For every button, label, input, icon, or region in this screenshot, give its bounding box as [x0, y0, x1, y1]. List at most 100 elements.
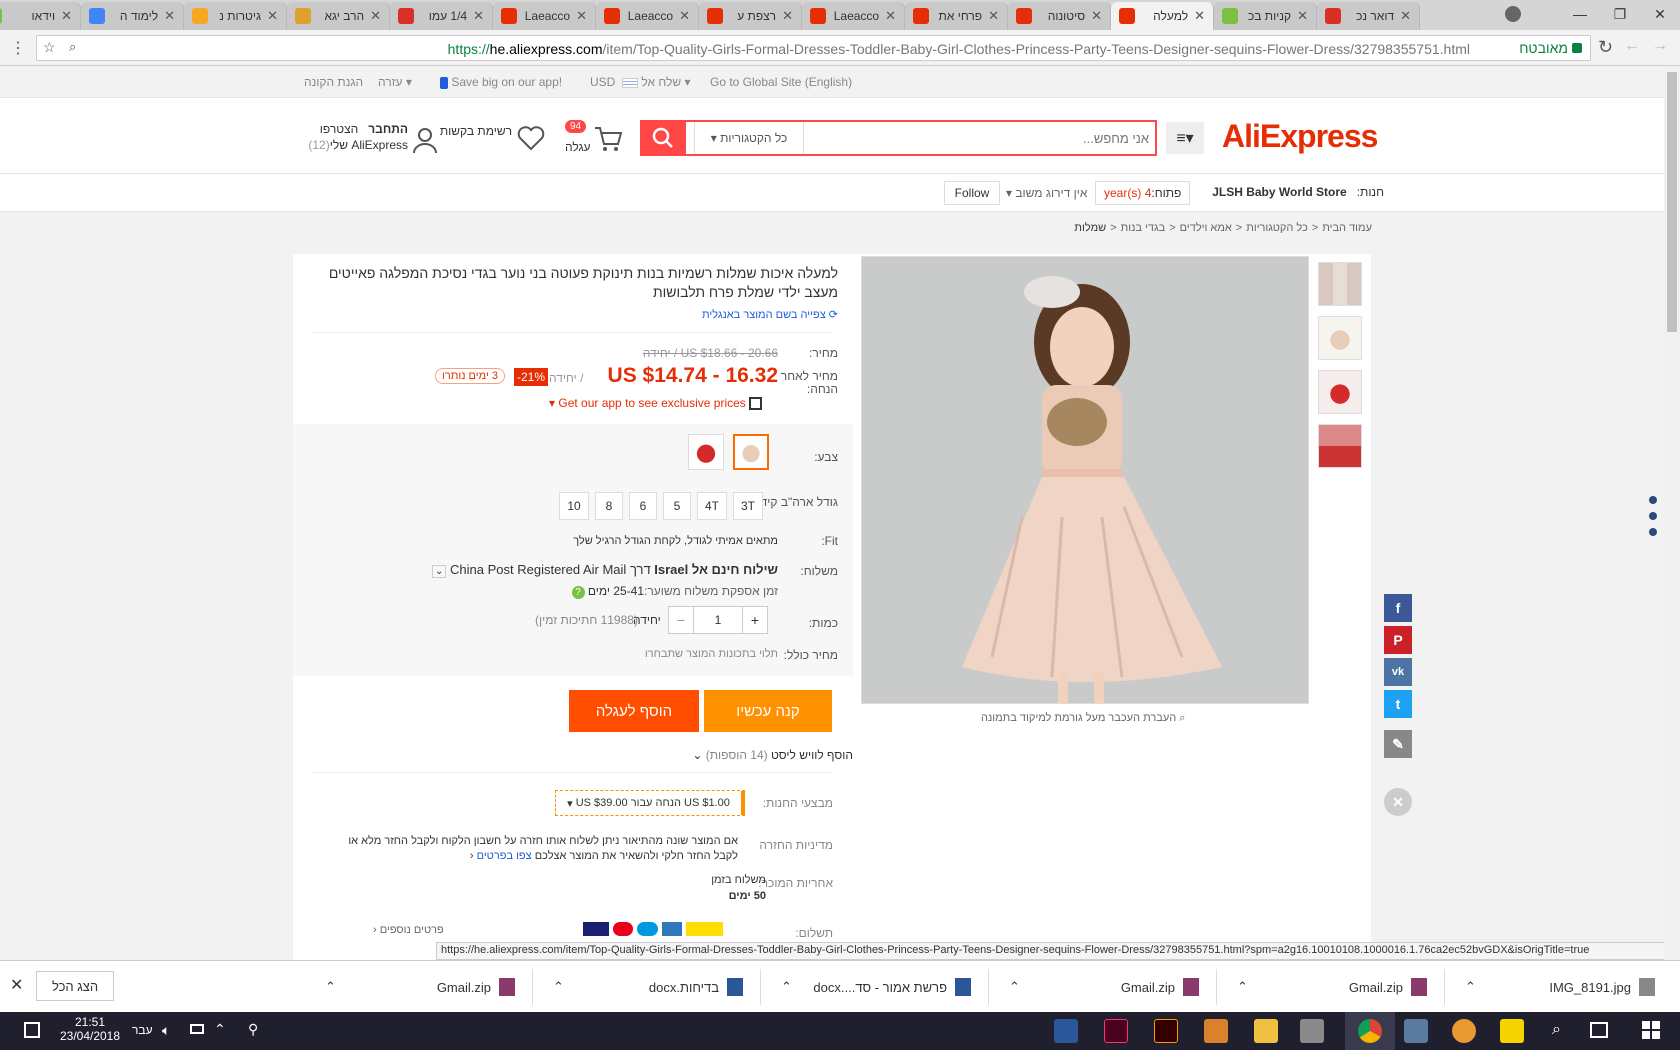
search-input[interactable] [819, 128, 1149, 148]
buy-now-button[interactable]: קנה עכשיו [704, 690, 832, 732]
reload-icon[interactable]: ↻ [1598, 37, 1613, 58]
add-wishlist-link[interactable]: הוסף לוויש ליסט (14 הוספות) ⌄ [692, 748, 853, 762]
url-text[interactable]: https://he.aliexpress.com/item/Top-Quali… [448, 41, 1470, 57]
close-tab-icon[interactable]: ✕ [885, 8, 896, 24]
tab[interactable]: רצפת ע ✕ [699, 2, 802, 30]
aliexpress-logo[interactable]: AliExpress [1222, 118, 1378, 155]
pinterest-icon[interactable]: P [1384, 626, 1412, 654]
breadcrumb-item[interactable]: כל הקטגוריות [1246, 222, 1308, 234]
tab[interactable]: 1/4 עמו ✕ [390, 2, 493, 30]
size-option[interactable]: 10 [559, 492, 589, 520]
store-name-link[interactable]: JLSH Baby World Store [1212, 185, 1346, 199]
wishlist-link[interactable]: רשימת בקשות [440, 120, 546, 160]
minimize-button[interactable]: — [1560, 0, 1600, 28]
size-option[interactable]: 6 [629, 492, 657, 520]
download-item[interactable]: פרשת אמור - סד....docx ⌃ [781, 971, 971, 1003]
language-indicator[interactable]: עבר [132, 1023, 153, 1037]
close-tab-icon[interactable]: ✕ [267, 8, 278, 24]
vk-icon[interactable]: vk [1384, 658, 1412, 686]
ship-to-selector[interactable]: USD שלח אל ▾ [590, 75, 690, 89]
follow-button[interactable]: Follow [944, 181, 1000, 205]
feedback-rating[interactable]: אין דירוג משוב ▾ [1006, 186, 1087, 200]
join-link[interactable]: הצטרפו [320, 122, 358, 136]
minus-button[interactable]: − [669, 612, 693, 628]
quantity-stepper[interactable]: − 1 + [668, 606, 768, 634]
back-icon[interactable]: ← [1624, 37, 1640, 55]
tab[interactable]: פרחי את ✕ [905, 2, 1008, 30]
edit-icon[interactable]: ✎ [1384, 730, 1412, 758]
size-option[interactable]: 8 [595, 492, 623, 520]
scrollbar-thumb[interactable] [1667, 72, 1677, 332]
thumbnail-2[interactable] [1318, 316, 1362, 360]
clock[interactable]: 21:51 23/04/2018 [55, 1015, 125, 1043]
app-icon[interactable] [1452, 1019, 1476, 1043]
search-button[interactable] [640, 120, 686, 156]
my-account-link[interactable]: AliExpress שלי [330, 138, 408, 152]
network-icon[interactable] [190, 1024, 204, 1034]
close-tab-icon[interactable]: ✕ [576, 8, 587, 24]
thumbnail-3[interactable] [1318, 370, 1362, 414]
category-select[interactable]: כל הקטגוריות ▾ [694, 122, 804, 154]
payment-more-link[interactable]: פרטים נוספים ‹ [373, 924, 444, 936]
plus-button[interactable]: + [743, 612, 767, 628]
word-icon[interactable] [1054, 1019, 1078, 1043]
breadcrumb-item[interactable]: אמא וילדים [1180, 222, 1232, 234]
download-options-icon[interactable]: ⌃ [325, 979, 336, 995]
thumbnail-1[interactable] [1318, 262, 1362, 306]
download-options-icon[interactable]: ⌃ [553, 979, 564, 995]
buyer-protection-link[interactable]: הגנת הקונה [304, 75, 363, 89]
winrar-icon[interactable] [1300, 1019, 1324, 1043]
sticky-notes-icon[interactable] [1500, 1019, 1524, 1043]
close-tab-icon[interactable]: ✕ [1400, 8, 1411, 24]
search-icon[interactable]: ⌕ [1552, 1021, 1561, 1039]
close-tab-icon[interactable]: ✕ [1091, 8, 1102, 24]
photos-icon[interactable] [1404, 1019, 1428, 1043]
secure-indicator[interactable]: מאובטח [1519, 40, 1582, 56]
breadcrumb-item[interactable]: עמוד הבית [1322, 222, 1372, 234]
maximize-button[interactable]: ❐ [1600, 0, 1640, 28]
help-icon[interactable]: ? [571, 586, 585, 599]
download-item[interactable]: Gmail.zip ⌃ [325, 971, 515, 1003]
notifications-icon[interactable] [24, 1022, 40, 1038]
close-tab-icon[interactable]: ✕ [61, 8, 72, 24]
close-tab-icon[interactable]: ✕ [164, 8, 175, 24]
forward-icon[interactable]: → [1652, 37, 1668, 55]
menu-dots-icon[interactable]: ⋮ [10, 38, 26, 58]
show-all-button[interactable]: הצג הכל [36, 971, 114, 1001]
close-tab-icon[interactable]: ✕ [679, 8, 690, 24]
tab[interactable]: לימוד ה ✕ [81, 2, 184, 30]
download-item[interactable]: בדיחות.docx ⌃ [553, 971, 743, 1003]
close-tab-icon[interactable]: ✕ [370, 8, 381, 24]
breadcrumb-item[interactable]: בגדי בנות [1121, 222, 1166, 234]
chrome-icon[interactable] [1358, 1019, 1382, 1043]
tab[interactable]: Laeacco ✕ [802, 2, 905, 30]
media-player-icon[interactable] [1204, 1019, 1228, 1043]
twitter-icon[interactable]: t [1384, 690, 1412, 718]
shipping-method[interactable]: שילוח חינם אל Israel דרך China Post Regi… [432, 562, 778, 578]
tab[interactable]: קניות בכ ✕ [1214, 2, 1317, 30]
task-view-icon[interactable] [1590, 1022, 1608, 1038]
cart-link[interactable]: 94 עגלה [563, 120, 623, 160]
download-item[interactable]: IMG_8191.jpg ⌃ [1465, 971, 1655, 1003]
tab[interactable]: סיטונוה ✕ [1008, 2, 1111, 30]
size-option[interactable]: 5 [663, 492, 691, 520]
download-options-icon[interactable]: ⌃ [781, 979, 792, 995]
close-tab-icon[interactable]: ✕ [988, 8, 999, 24]
star-icon[interactable]: ☆ [43, 39, 56, 56]
indesign-icon[interactable] [1104, 1019, 1128, 1043]
side-dots-icon[interactable] [1648, 496, 1658, 536]
size-option[interactable]: 3T [733, 492, 763, 520]
close-tab-icon[interactable]: ✕ [473, 8, 484, 24]
app-promo-link[interactable]: Save big on our app! [440, 75, 562, 89]
chevron-down-icon[interactable]: ⌄ [432, 565, 447, 578]
breadcrumb-item[interactable]: שמלות [1074, 222, 1106, 234]
close-circle-icon[interactable]: ✕ [1384, 788, 1412, 816]
download-item[interactable]: Gmail.zip ⌃ [1009, 971, 1199, 1003]
translate-link[interactable]: ⟳ צפייה בשם המוצר באנגלית [488, 308, 838, 321]
product-main-image[interactable] [861, 256, 1309, 704]
windows-start-icon[interactable] [1642, 1021, 1660, 1039]
signin-link[interactable]: התחבר [368, 122, 408, 136]
app-price-link[interactable]: ▾ Get our app to see exclusive prices [549, 396, 763, 411]
color-option-champagne[interactable] [733, 434, 769, 470]
help-menu[interactable]: עזרה ▾ [378, 75, 412, 89]
